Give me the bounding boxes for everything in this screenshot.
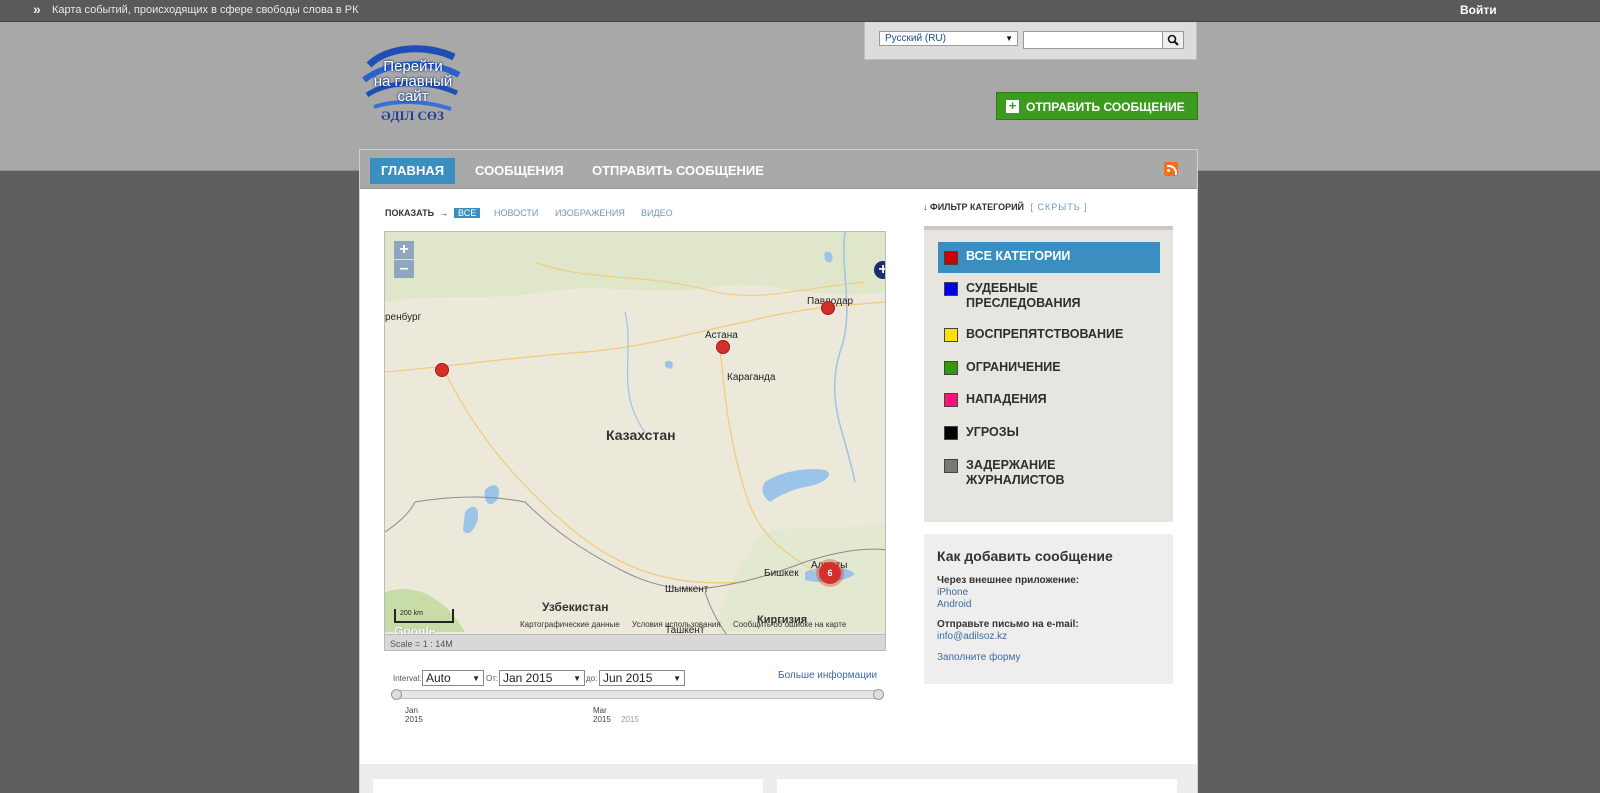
svg-text:ӘДІЛ СӨЗ: ӘДІЛ СӨЗ — [381, 108, 444, 123]
map-label-kazakhstan: Казахстан — [606, 427, 676, 443]
via-app-label: Через внешнее приложение: — [937, 575, 1080, 586]
slider-handle-end[interactable] — [873, 689, 884, 700]
map-label-karaganda: Караганда — [727, 372, 776, 383]
send-message-button[interactable]: + ОТПРАВИТЬ СООБЩЕНИЕ — [996, 92, 1198, 120]
category-filter-title: ФИЛЬТР КАТЕГОРИЙ — [930, 202, 1025, 212]
category-filter-header: ↓ ФИЛЬТР КАТЕГОРИЙ [ СКРЫТЬ ] — [923, 202, 1088, 212]
via-email-label: Отправьте письмо на e-mail: — [937, 619, 1079, 630]
category-threats[interactable]: УГРОЗЫ — [938, 425, 1160, 444]
category-color-swatch — [944, 459, 958, 473]
nav-item-home[interactable]: ГЛАВНАЯ — [370, 158, 456, 184]
map-footer: Scale = 1 : 14M — [385, 634, 885, 650]
android-link[interactable]: Android — [937, 599, 971, 610]
filter-images[interactable]: ИЗОБРАЖЕНИЯ — [555, 208, 625, 218]
map-label-bishkek: Бишкек — [764, 568, 799, 579]
slider-handle-start[interactable] — [391, 689, 402, 700]
filter-all[interactable]: ВСЕ — [454, 208, 481, 218]
category-all[interactable]: ВСЕ КАТЕГОРИИ — [938, 242, 1160, 273]
form-link[interactable]: Заполните форму — [937, 652, 1020, 663]
hide-filter-link[interactable]: [ СКРЫТЬ ] — [1031, 202, 1088, 212]
main-panel: ГЛАВНАЯ СООБЩЕНИЯ ОТПРАВИТЬ СООБЩЕНИЕ ПО… — [359, 149, 1198, 793]
logo-link[interactable]: ӘДІЛ СӨЗ Перейти на главный сайт — [359, 45, 467, 127]
iphone-link[interactable]: iPhone — [937, 587, 968, 598]
bottom-content-strip — [360, 764, 1197, 793]
search-button[interactable] — [1162, 31, 1184, 49]
category-detention[interactable]: ЗАДЕРЖАНИЕ ЖУРНАЛИСТОВ — [938, 458, 1160, 491]
filter-news[interactable]: НОВОСТИ — [494, 208, 538, 218]
map-label-shymkent: Шымкент — [665, 584, 709, 595]
map-marker-astana[interactable] — [716, 340, 730, 354]
dropdown-arrow-icon: ▼ — [1005, 34, 1013, 43]
timeline-tick-mar: Mar 2015 — [593, 706, 611, 724]
map-scale-ratio: Scale = 1 : 14M — [390, 639, 453, 649]
category-color-swatch — [944, 251, 958, 265]
search-input[interactable] — [1023, 31, 1163, 49]
chevron-icon: » — [33, 1, 41, 17]
arrow-down-icon: ↓ — [923, 202, 928, 212]
interval-label: Interval: — [393, 674, 422, 683]
language-select[interactable]: Русский (RU) ▼ — [879, 31, 1018, 46]
arrow-right-icon: → — [439, 208, 448, 218]
from-label: От: — [486, 674, 499, 683]
map-cluster-almaty[interactable]: 6 — [819, 562, 841, 584]
to-label: до: — [586, 674, 598, 683]
how-to-add-box: Как добавить сообщение Через внешнее при… — [924, 534, 1173, 684]
map-data-link[interactable]: Картографические данные — [520, 620, 620, 629]
dropdown-arrow-icon: ▼ — [472, 674, 480, 683]
interval-select[interactable]: Auto ▼ — [422, 670, 484, 686]
search-icon — [1167, 34, 1179, 46]
map-scale-text: 200 km — [400, 610, 423, 617]
timeline-tick-extra: 2015 — [621, 715, 639, 724]
map-marker-pavlodar[interactable] — [821, 301, 835, 315]
rss-icon[interactable] — [1164, 162, 1178, 176]
from-select[interactable]: Jan 2015 ▼ — [499, 670, 585, 686]
site-description: Карта событий, происходящих в сфере своб… — [52, 4, 359, 16]
nav-item-reports[interactable]: СООБЩЕНИЯ — [464, 158, 575, 184]
timeline-slider[interactable] — [391, 689, 884, 700]
zoom-out-button[interactable]: – — [394, 260, 414, 278]
category-color-swatch — [944, 426, 958, 440]
map[interactable]: + – + ренбург Павлодар Астана Караганда … — [384, 231, 886, 651]
bottom-column-left — [373, 779, 763, 793]
filter-video[interactable]: ВИДЕО — [641, 208, 673, 218]
map-marker-west[interactable] — [435, 363, 449, 377]
nav-item-submit[interactable]: ОТПРАВИТЬ СООБЩЕНИЕ — [581, 158, 775, 184]
to-select[interactable]: Jun 2015 ▼ — [599, 670, 685, 686]
map-terms-link[interactable]: Условия использования — [632, 620, 721, 629]
category-obstruction[interactable]: ВОСПРЕПЯТСТВОВАНИЕ — [938, 327, 1160, 346]
category-color-swatch — [944, 282, 958, 296]
category-restriction[interactable]: ОГРАНИЧЕНИЕ — [938, 360, 1160, 379]
map-attribution: Картографические данные Условия использо… — [520, 620, 856, 629]
category-list: ВСЕ КАТЕГОРИИ СУДЕБНЫЕ ПРЕСЛЕДОВАНИЯ ВОС… — [924, 226, 1173, 522]
logo-text: Перейти на главный сайт — [373, 58, 453, 105]
map-report-error-link[interactable]: Сообщить об ошибке на карте — [733, 620, 846, 629]
language-search-box: Русский (RU) ▼ — [864, 22, 1197, 60]
show-label: ПОКАЗАТЬ — [385, 208, 435, 218]
dropdown-arrow-icon: ▼ — [573, 674, 581, 683]
timeline-tick-jan: Jan 2015 — [405, 706, 423, 724]
category-attacks[interactable]: НАПАДЕНИЯ — [938, 392, 1160, 411]
category-color-swatch — [944, 361, 958, 375]
zoom-in-button[interactable]: + — [394, 241, 414, 259]
login-link[interactable]: Войти — [1460, 3, 1497, 17]
layer-switch-icon[interactable]: + — [874, 261, 885, 279]
email-link[interactable]: info@adilsoz.kz — [937, 631, 1007, 642]
bottom-column-right — [777, 779, 1177, 793]
map-label-orenburg: ренбург — [385, 312, 422, 323]
top-bar: » Карта событий, происходящих в сфере св… — [0, 0, 1600, 22]
category-color-swatch — [944, 328, 958, 342]
plus-icon: + — [1006, 99, 1019, 113]
how-to-add-title: Как добавить сообщение — [937, 548, 1113, 564]
category-color-swatch — [944, 393, 958, 407]
more-info-link[interactable]: Больше информации — [778, 670, 877, 681]
map-label-uzbekistan: Узбекистан — [542, 600, 609, 614]
main-nav: ГЛАВНАЯ СООБЩЕНИЯ ОТПРАВИТЬ СООБЩЕНИЕ — [360, 150, 1197, 189]
dropdown-arrow-icon: ▼ — [673, 674, 681, 683]
category-prosecution[interactable]: СУДЕБНЫЕ ПРЕСЛЕДОВАНИЯ — [938, 281, 1160, 314]
